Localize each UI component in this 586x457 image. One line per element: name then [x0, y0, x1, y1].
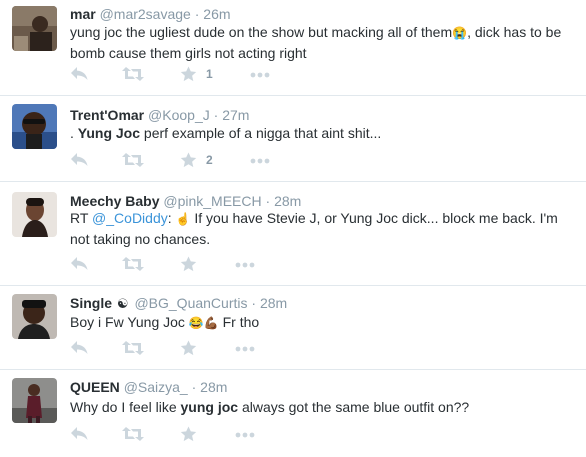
- separator: ·: [265, 193, 271, 209]
- timestamp[interactable]: 28m: [200, 379, 227, 395]
- timestamp[interactable]: 27m: [222, 107, 249, 123]
- tweet-actions: [70, 340, 370, 360]
- separator: ·: [213, 107, 219, 123]
- text-segment: Boy i Fw Yung Joc: [70, 314, 189, 330]
- tweet-stream: mar @mar2savage · 26m yung joc the uglie…: [0, 0, 586, 457]
- retweet-icon[interactable]: [122, 426, 144, 442]
- reply-icon[interactable]: [70, 426, 89, 442]
- text-segment: Why do I feel like: [70, 399, 181, 415]
- favorite-star-icon[interactable]: [180, 256, 197, 272]
- text-segment: perf example of a nigga that aint shit..…: [140, 125, 382, 141]
- text-segment: yung joc the ugliest dude on the show bu…: [70, 24, 453, 40]
- search-term-highlight: yung joc: [180, 399, 239, 415]
- favorite-star-icon[interactable]: [180, 426, 197, 442]
- user-fullname[interactable]: Meechy Baby: [70, 193, 159, 209]
- text-segment: RT: [70, 210, 93, 226]
- tweet-header: mar @mar2savage · 26m: [70, 5, 231, 23]
- tweet[interactable]: Single ☯ @BG_QuanCurtis · 28m Boy i Fw Y…: [0, 286, 586, 370]
- tweet[interactable]: Meechy Baby @pink_MEECH · 28m RT @_CoDid…: [0, 182, 586, 286]
- tweet-text: . Yung Joc perf example of a nigga that …: [70, 123, 578, 143]
- tweet-header: QUEEN @Saizya_ · 28m: [70, 378, 227, 396]
- user-fullname[interactable]: Trent'Omar: [70, 107, 144, 123]
- tweet-text: Why do I feel like yung joc always got t…: [70, 397, 578, 417]
- avatar[interactable]: [12, 294, 57, 339]
- user-handle[interactable]: @mar2savage: [100, 6, 191, 22]
- favorite-star-icon[interactable]: [180, 340, 197, 356]
- tweet[interactable]: mar @mar2savage · 26m yung joc the uglie…: [0, 0, 586, 96]
- tweet-actions: 2: [70, 152, 370, 172]
- more-dots-icon[interactable]: [235, 262, 255, 268]
- favorite-star-icon[interactable]: 2: [180, 152, 213, 168]
- tweet-text: Boy i Fw Yung Joc 😂💪🏾 Fr tho: [70, 312, 578, 333]
- text-segment: .: [70, 125, 78, 141]
- text-segment: Fr tho: [218, 314, 260, 330]
- text-segment: always got the same blue outfit on??: [238, 399, 470, 415]
- favorite-star-icon[interactable]: 1: [180, 66, 213, 82]
- retweet-icon[interactable]: [122, 256, 144, 272]
- retweet-icon[interactable]: [122, 340, 144, 356]
- user-fullname[interactable]: QUEEN: [70, 379, 120, 395]
- more-dots-icon[interactable]: [250, 158, 270, 164]
- search-term-highlight: Yung Joc: [77, 125, 141, 141]
- user-handle[interactable]: @pink_MEECH: [163, 193, 261, 209]
- favorite-count: 2: [206, 153, 213, 167]
- avatar[interactable]: [12, 192, 57, 237]
- tweet-text: RT @_CoDiddy: ☝ If you have Stevie J, or…: [70, 208, 578, 249]
- tweet-actions: [70, 426, 370, 446]
- laughing-flexed-emoji: 😂💪: [188, 316, 219, 330]
- favorite-count: 1: [206, 67, 213, 81]
- separator: ·: [191, 379, 197, 395]
- timestamp[interactable]: 28m: [274, 193, 301, 209]
- tweet-header: Trent'Omar @Koop_J · 27m: [70, 106, 249, 124]
- avatar[interactable]: [12, 104, 57, 149]
- tweet-text: yung joc the ugliest dude on the show bu…: [70, 22, 578, 63]
- more-dots-icon[interactable]: [235, 432, 255, 438]
- user-handle[interactable]: @BG_QuanCurtis: [134, 295, 247, 311]
- tweet-actions: [70, 256, 370, 276]
- avatar[interactable]: [12, 6, 57, 51]
- tweet-header: Single ☯ @BG_QuanCurtis · 28m: [70, 294, 287, 313]
- tweet[interactable]: QUEEN @Saizya_ · 28m Why do I feel like …: [0, 370, 586, 457]
- avatar[interactable]: [12, 378, 57, 423]
- separator: ·: [251, 295, 257, 311]
- reply-icon[interactable]: [70, 256, 89, 272]
- retweet-icon[interactable]: [122, 152, 144, 168]
- reply-icon[interactable]: [70, 66, 89, 82]
- timestamp[interactable]: 28m: [260, 295, 287, 311]
- user-fullname[interactable]: mar: [70, 6, 96, 22]
- user-handle[interactable]: @Saizya_: [124, 379, 188, 395]
- timestamp[interactable]: 26m: [203, 6, 230, 22]
- tweet-actions: 1: [70, 66, 370, 86]
- crying-emoji: 😭: [452, 26, 468, 40]
- user-fullname[interactable]: Single: [70, 295, 112, 311]
- more-dots-icon[interactable]: [235, 346, 255, 352]
- yin-yang-icon: ☯: [116, 296, 129, 311]
- reply-icon[interactable]: [70, 152, 89, 168]
- separator: ·: [194, 6, 200, 22]
- tweet[interactable]: Trent'Omar @Koop_J · 27m . Yung Joc perf…: [0, 96, 586, 182]
- text-segment: :: [167, 210, 176, 226]
- retweet-icon[interactable]: [122, 66, 144, 82]
- more-dots-icon[interactable]: [250, 72, 270, 78]
- mention-link[interactable]: @_CoDiddy: [92, 210, 168, 226]
- user-handle[interactable]: @Koop_J: [148, 107, 210, 123]
- reply-icon[interactable]: [70, 340, 89, 356]
- pointing-up-emoji: ☝: [175, 212, 191, 226]
